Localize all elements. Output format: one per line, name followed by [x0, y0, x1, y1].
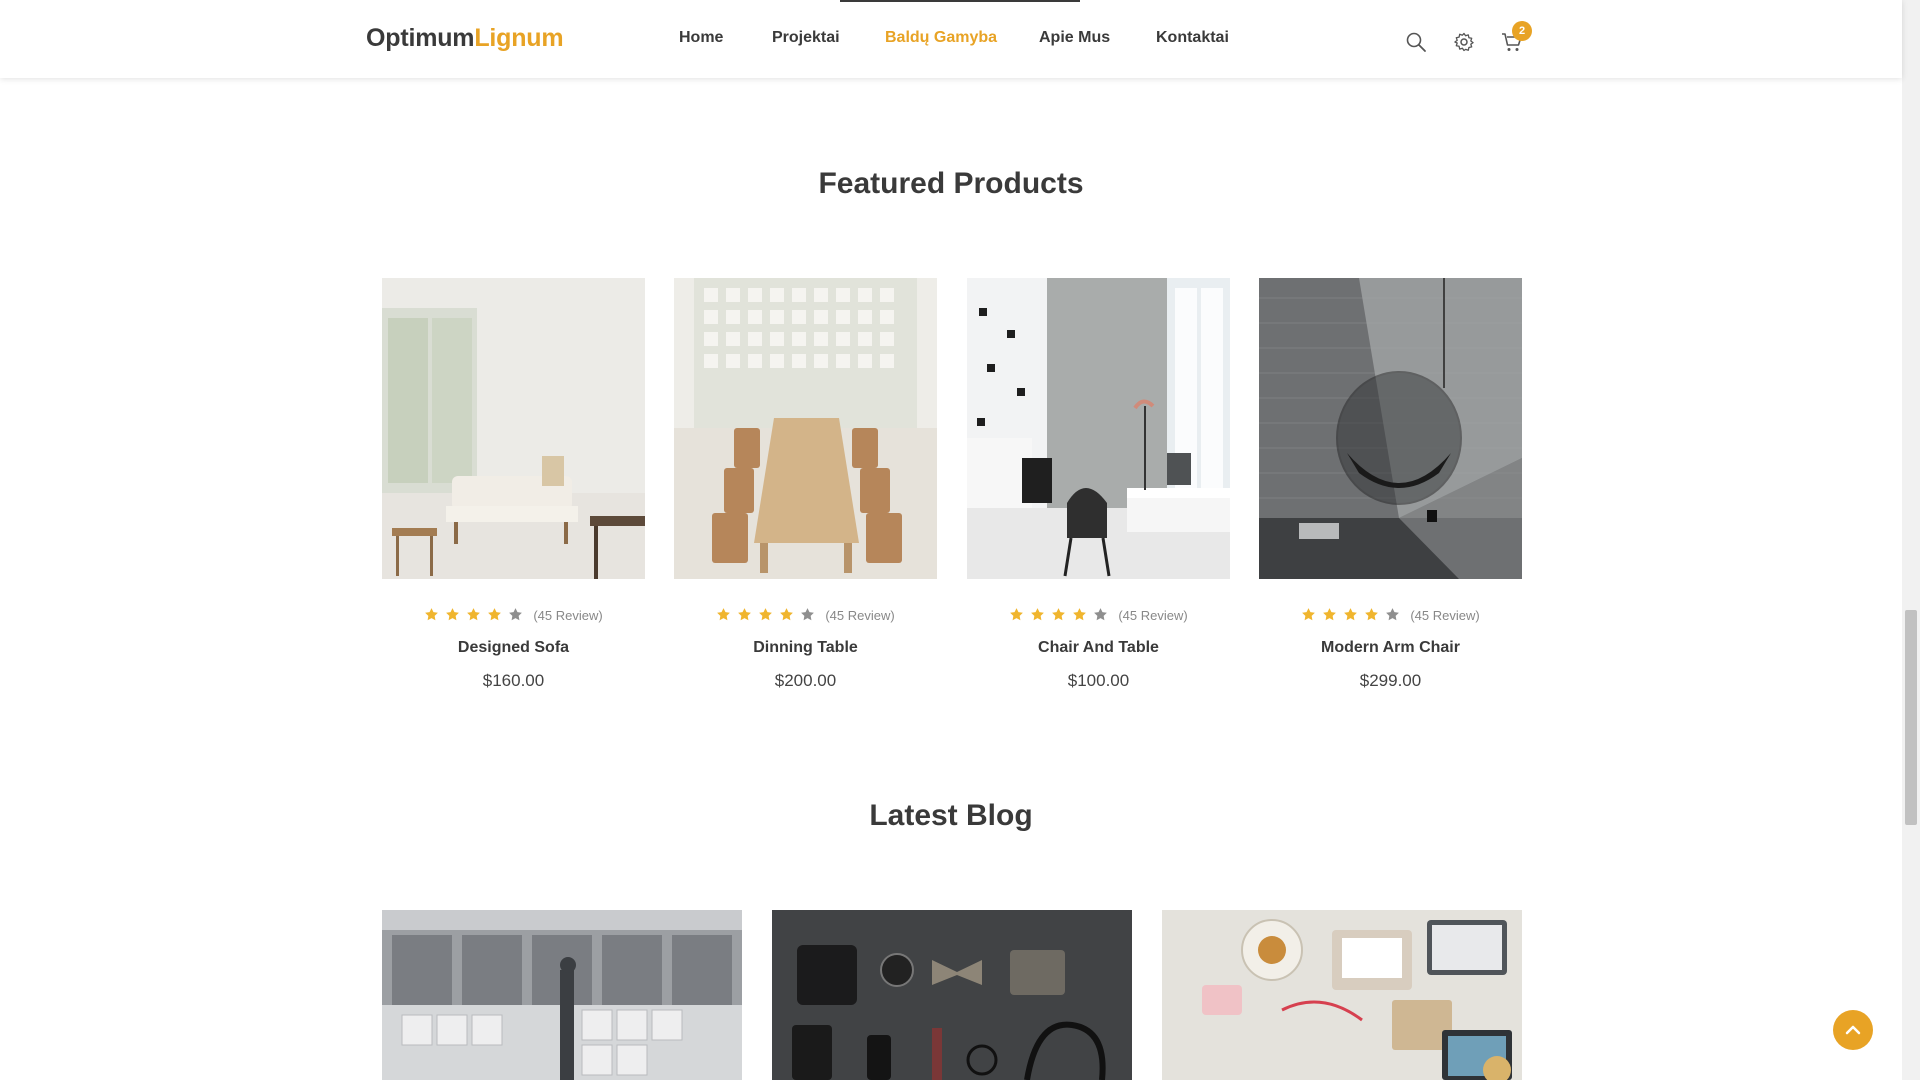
product-name[interactable]: Modern Arm Chair — [1259, 639, 1522, 657]
star-filled-icon — [425, 608, 439, 621]
nav-projektai[interactable]: Projektai — [772, 29, 840, 47]
nav-home[interactable]: Home — [679, 29, 723, 47]
gear-icon[interactable] — [1452, 30, 1476, 54]
star-filled-icon — [1344, 608, 1358, 621]
product-image[interactable] — [382, 278, 645, 579]
star-filled-icon — [1031, 608, 1045, 621]
featured-products-title: Featured Products — [818, 167, 1084, 200]
product-price: $299.00 — [1359, 671, 1422, 690]
nav-kontaktai[interactable]: Kontaktai — [1156, 29, 1229, 47]
star-filled-icon — [1073, 608, 1087, 621]
star-filled-icon — [738, 608, 752, 621]
nav-baldu-gamyba[interactable]: Baldų Gamyba — [885, 29, 997, 47]
star-filled-icon — [759, 608, 773, 621]
product-card[interactable]: (45 Review) Modern Arm Chair $299.00 — [1259, 278, 1522, 691]
blog-post-image[interactable] — [1162, 910, 1522, 1080]
product-rating: (45 Review) — [967, 607, 1230, 625]
product-card[interactable]: (45 Review) Dinning Table $200.00 — [674, 278, 937, 691]
review-count: (45 Review) — [1410, 608, 1480, 623]
product-rating: (45 Review) — [382, 607, 645, 625]
star-filled-icon — [446, 608, 460, 621]
active-nav-indicator — [840, 0, 1080, 2]
star-filled-icon — [467, 608, 481, 621]
review-count: (45 Review) — [533, 608, 603, 623]
product-rating: (45 Review) — [1259, 607, 1522, 625]
product-name[interactable]: Dinning Table — [674, 639, 937, 657]
star-filled-icon — [1052, 608, 1066, 621]
product-card[interactable]: (45 Review) Chair And Table $100.00 — [967, 278, 1230, 691]
back-to-top-button[interactable] — [1833, 1010, 1873, 1050]
product-price: $200.00 — [774, 671, 837, 690]
product-image[interactable] — [967, 278, 1230, 579]
product-rating: (45 Review) — [674, 607, 937, 625]
latest-blog-title: Latest Blog — [869, 799, 1033, 832]
blog-post-image[interactable] — [772, 910, 1132, 1080]
logo[interactable]: OptimumLignum — [366, 24, 564, 53]
product-price: $160.00 — [482, 671, 545, 690]
star-filled-icon — [1323, 608, 1337, 621]
star-filled-icon — [780, 608, 794, 621]
review-count: (45 Review) — [825, 608, 895, 623]
product-name[interactable]: Chair And Table — [967, 639, 1230, 657]
review-count: (45 Review) — [1118, 608, 1188, 623]
star-filled-icon — [1365, 608, 1379, 621]
search-icon[interactable] — [1404, 30, 1428, 54]
star-empty-icon — [509, 608, 523, 621]
site-header: OptimumLignum Home Projektai Baldų Gamyb… — [0, 0, 1902, 78]
chevron-up-icon — [1845, 1025, 1861, 1035]
product-image[interactable] — [1259, 278, 1522, 579]
blog-post-image[interactable] — [382, 910, 742, 1080]
star-empty-icon — [1094, 608, 1108, 621]
product-price: $100.00 — [1067, 671, 1130, 690]
nav-apie-mus[interactable]: Apie Mus — [1039, 29, 1110, 47]
logo-text-accent: Lignum — [474, 24, 564, 52]
logo-text-primary: Optimum — [366, 24, 475, 52]
star-filled-icon — [1010, 608, 1024, 621]
product-name[interactable]: Designed Sofa — [382, 639, 645, 657]
product-card[interactable]: (45 Review) Designed Sofa $160.00 — [382, 278, 645, 691]
star-filled-icon — [1302, 608, 1316, 621]
page-scrollbar[interactable] — [1902, 0, 1920, 1080]
star-filled-icon — [488, 608, 502, 621]
scrollbar-thumb[interactable] — [1905, 610, 1917, 825]
product-image[interactable] — [674, 278, 937, 579]
cart-count-badge: 2 — [1512, 21, 1532, 41]
star-filled-icon — [717, 608, 731, 621]
star-empty-icon — [801, 608, 815, 621]
star-empty-icon — [1386, 608, 1400, 621]
